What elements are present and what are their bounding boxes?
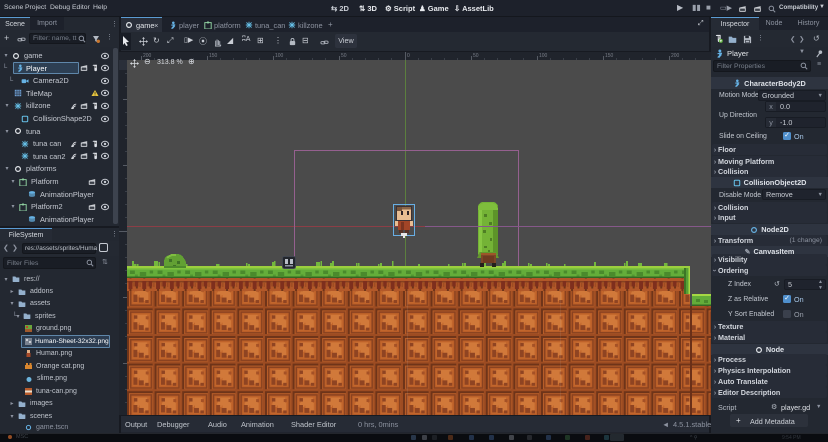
svg-text:50: 50 [473,53,479,59]
svg-text:100: 100 [275,53,284,59]
svg-text:0: 0 [407,53,410,59]
svg-text:150: 150 [605,53,614,59]
svg-text:150: 150 [209,53,218,59]
svg-text:200: 200 [671,53,680,59]
svg-text:50: 50 [341,53,347,59]
svg-text:100: 100 [539,53,548,59]
